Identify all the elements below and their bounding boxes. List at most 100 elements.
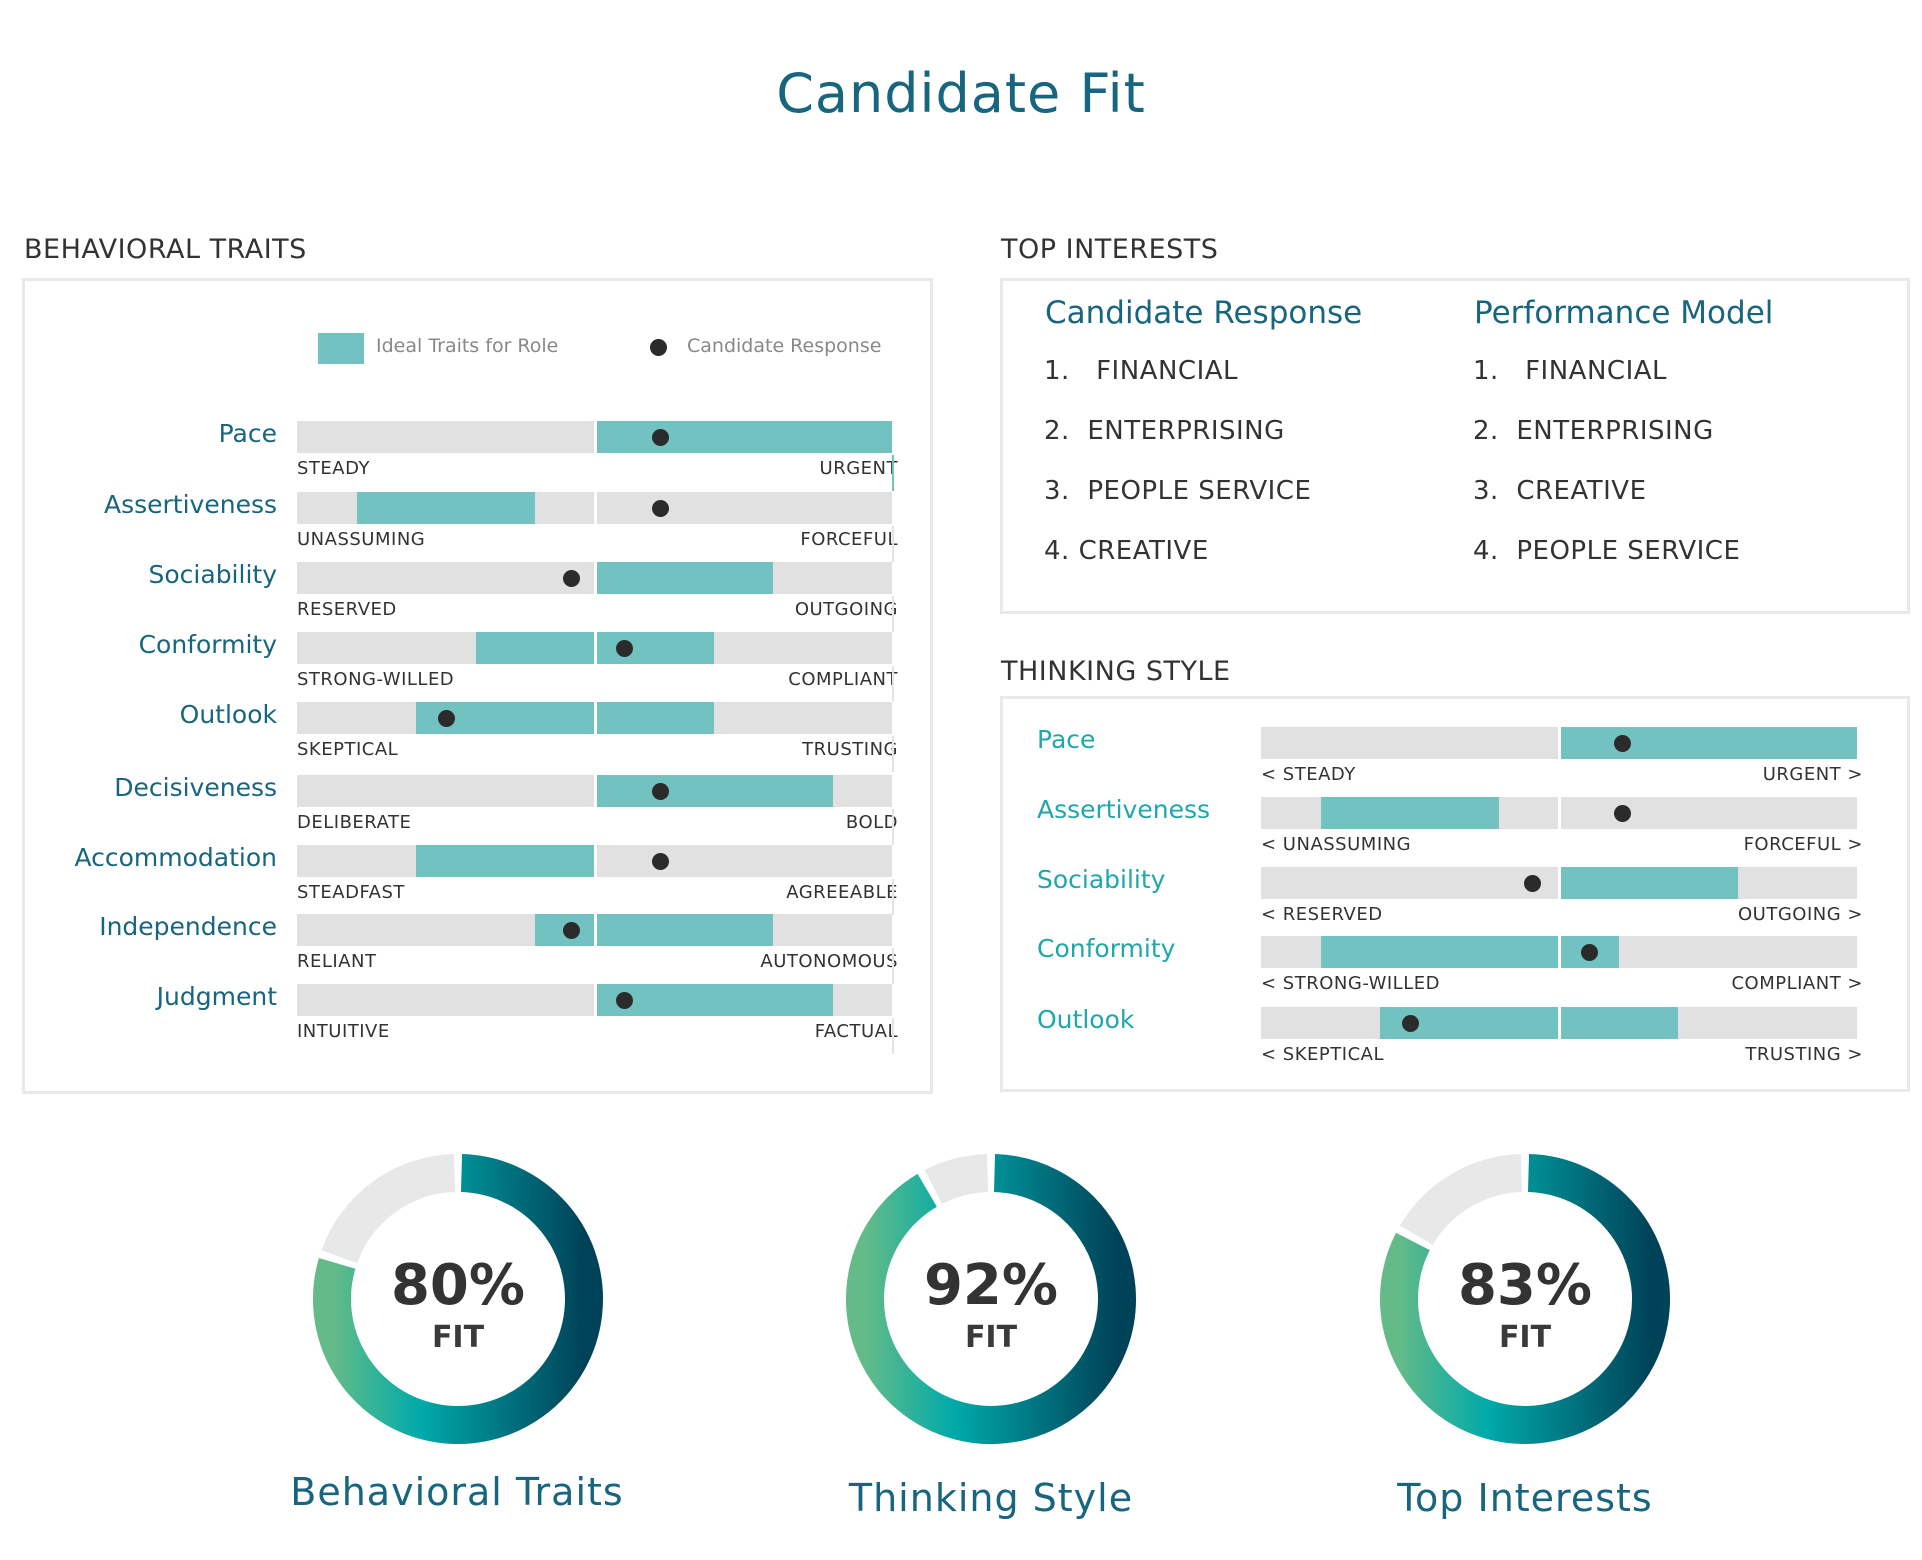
- trait-label: Assertiveness: [103, 490, 277, 519]
- top-interests-heading: TOP INTERESTS: [1001, 234, 1219, 265]
- trait-track: [1261, 797, 1857, 829]
- donut-percent: 83%: [1457, 1253, 1593, 1318]
- axis-high-label: FORCEFUL: [800, 529, 898, 550]
- bar-end-tick: [892, 666, 894, 702]
- bar-end-tick: [892, 526, 894, 562]
- ideal-range-bar: [356, 492, 535, 524]
- ideal-range-bar: [1380, 1007, 1679, 1039]
- midpoint-divider: [1558, 867, 1561, 899]
- trait-track: [297, 984, 892, 1016]
- donut-caption: Top Interests: [1397, 1476, 1653, 1520]
- axis-high-label: AUTONOMOUS: [760, 951, 898, 972]
- candidate-response-dot: [562, 922, 580, 939]
- trait-label: Independence: [99, 912, 277, 941]
- axis-high-label: COMPLIANT >: [1731, 973, 1863, 994]
- trait-track: [297, 775, 892, 807]
- trait-track: [1261, 867, 1857, 899]
- candidate-interest-item: 3. PEOPLE SERVICE: [1044, 476, 1312, 506]
- trait-label: Conformity: [1037, 934, 1176, 963]
- candidate-interest-item: 1. FINANCIAL: [1044, 356, 1239, 386]
- candidate-response-dot: [651, 500, 669, 517]
- candidate-response-dot: [651, 783, 669, 800]
- donut-percent: 92%: [923, 1253, 1059, 1318]
- candidate-interest-item: 4. CREATIVE: [1044, 536, 1209, 566]
- trait-label: Outlook: [1037, 1005, 1135, 1034]
- trait-track: [1261, 936, 1857, 968]
- midpoint-divider: [593, 702, 597, 734]
- donut-percent: 80%: [390, 1253, 526, 1318]
- axis-high-label: TRUSTING >: [1745, 1044, 1863, 1065]
- midpoint-divider: [593, 775, 597, 807]
- legend-ideal-label: Ideal Traits for Role: [376, 335, 559, 357]
- ideal-range-bar: [1320, 936, 1619, 968]
- trait-label: Conformity: [138, 630, 277, 659]
- candidate-response-heading: Candidate Response: [1045, 295, 1363, 331]
- donut-caption: Thinking Style: [848, 1476, 1134, 1520]
- ideal-range-bar: [1559, 727, 1857, 759]
- trait-track: [297, 421, 892, 453]
- trait-label: Sociability: [1037, 865, 1166, 894]
- ideal-range-bar: [1320, 797, 1500, 829]
- axis-high-label: TRUSTING: [802, 739, 898, 760]
- axis-high-label: AGREEABLE: [786, 882, 898, 903]
- bar-end-tick: [892, 736, 894, 772]
- axis-high-label: URGENT >: [1762, 764, 1863, 785]
- model-interest-item: 2. ENTERPRISING: [1473, 416, 1714, 446]
- midpoint-divider: [593, 845, 597, 877]
- midpoint-divider: [593, 984, 597, 1016]
- thinking-style-heading: THINKING STYLE: [1001, 656, 1231, 687]
- ideal-range-bar: [416, 702, 714, 734]
- donut-fit-label: FIT: [1498, 1320, 1552, 1355]
- donut-fit-label: FIT: [964, 1320, 1018, 1355]
- ideal-range-bar: [594, 562, 773, 594]
- page-title: Candidate Fit: [776, 62, 1146, 125]
- bar-end-tick: [892, 948, 894, 984]
- bar-end-tick: [892, 596, 894, 632]
- donut-remainder-arc: [924, 1154, 989, 1205]
- model-interest-item: 1. FINANCIAL: [1473, 356, 1668, 386]
- donut-remainder-arc: [321, 1154, 456, 1264]
- bar-end-tick: [892, 809, 894, 845]
- trait-label: Sociability: [148, 560, 277, 589]
- axis-high-label: COMPLIANT: [788, 669, 898, 690]
- trait-track: [297, 845, 892, 877]
- midpoint-divider: [593, 562, 597, 594]
- axis-high-label: OUTGOING: [794, 599, 898, 620]
- trait-track: [297, 702, 892, 734]
- midpoint-divider: [1558, 1007, 1561, 1039]
- bar-end-tick: [892, 455, 894, 491]
- midpoint-divider: [593, 632, 597, 664]
- donut-caption: Behavioral Traits: [290, 1470, 624, 1514]
- midpoint-divider: [1558, 797, 1561, 829]
- ideal-range-bar: [594, 421, 892, 453]
- behavioral-traits-heading: BEHAVIORAL TRAITS: [24, 234, 307, 265]
- axis-high-label: FORCEFUL >: [1743, 834, 1863, 855]
- trait-label: Assertiveness: [1037, 795, 1211, 824]
- trait-track: [1261, 1007, 1857, 1039]
- candidate-response-dot: [651, 429, 669, 446]
- axis-high-label: FACTUAL: [814, 1021, 898, 1042]
- axis-high-label: OUTGOING >: [1738, 904, 1863, 925]
- midpoint-divider: [1558, 936, 1561, 968]
- ideal-range-bar: [1559, 867, 1738, 899]
- bar-end-tick: [892, 1018, 894, 1054]
- model-interest-item: 4. PEOPLE SERVICE: [1473, 536, 1741, 566]
- candidate-response-dot: [1580, 944, 1598, 961]
- performance-model-heading: Performance Model: [1474, 295, 1774, 331]
- trait-label: Outlook: [179, 700, 277, 729]
- candidate-response-dot: [651, 853, 669, 870]
- trait-label: Accommodation: [74, 843, 277, 872]
- donut-fit-label: FIT: [431, 1320, 485, 1355]
- axis-high-label: BOLD: [845, 812, 898, 833]
- trait-label: Judgment: [156, 982, 277, 1011]
- trait-track: [297, 914, 892, 946]
- trait-track: [297, 632, 892, 664]
- bar-end-tick: [892, 879, 894, 915]
- trait-track: [1261, 727, 1857, 759]
- ideal-range-bar: [416, 845, 595, 877]
- midpoint-divider: [1558, 727, 1561, 759]
- candidate-response-dot: [1402, 1015, 1419, 1032]
- midpoint-divider: [593, 914, 597, 946]
- candidate-response-dot: [1613, 805, 1631, 822]
- midpoint-divider: [593, 421, 597, 453]
